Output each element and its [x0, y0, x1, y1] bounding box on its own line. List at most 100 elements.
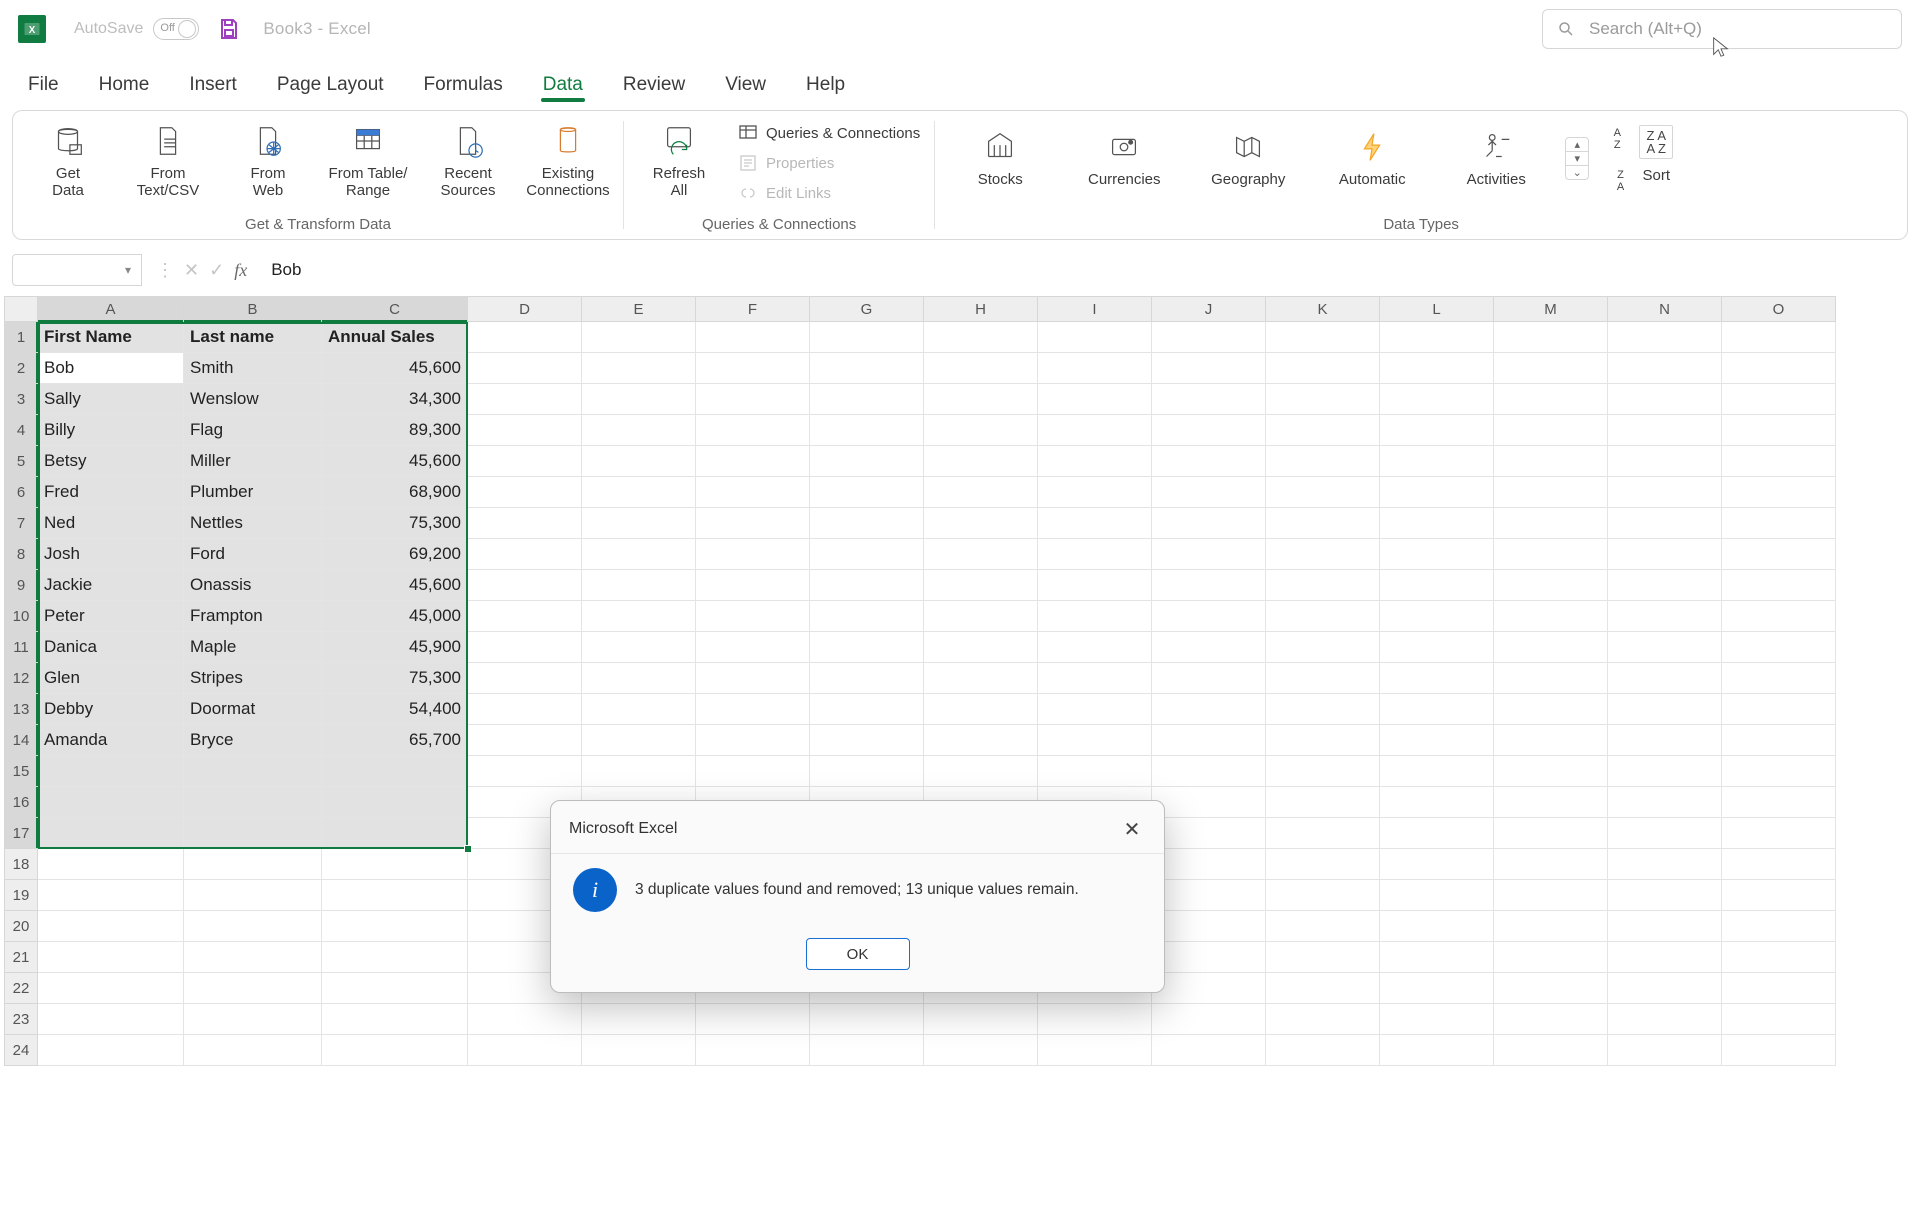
cell-L6[interactable] [1380, 477, 1494, 508]
row-header-21[interactable]: 21 [4, 942, 38, 973]
cell-J7[interactable] [1152, 508, 1266, 539]
cell-D5[interactable] [468, 446, 582, 477]
cell-H11[interactable] [924, 632, 1038, 663]
cell-H6[interactable] [924, 477, 1038, 508]
cell-O6[interactable] [1722, 477, 1836, 508]
cell-M4[interactable] [1494, 415, 1608, 446]
cell-L19[interactable] [1380, 880, 1494, 911]
cell-H1[interactable] [924, 322, 1038, 353]
cell-O8[interactable] [1722, 539, 1836, 570]
cell-E6[interactable] [582, 477, 696, 508]
cell-K4[interactable] [1266, 415, 1380, 446]
cell-D13[interactable] [468, 694, 582, 725]
cell-N14[interactable] [1608, 725, 1722, 756]
row-header-23[interactable]: 23 [4, 1004, 38, 1035]
cell-B13[interactable]: Doormat [184, 694, 322, 725]
cell-K24[interactable] [1266, 1035, 1380, 1066]
cell-A10[interactable]: Peter [38, 601, 184, 632]
cell-O17[interactable] [1722, 818, 1836, 849]
cell-E7[interactable] [582, 508, 696, 539]
cell-I14[interactable] [1038, 725, 1152, 756]
cell-C19[interactable] [322, 880, 468, 911]
cell-D4[interactable] [468, 415, 582, 446]
cell-C18[interactable] [322, 849, 468, 880]
cell-N15[interactable] [1608, 756, 1722, 787]
cell-C1[interactable]: Annual Sales [322, 322, 468, 353]
cell-I24[interactable] [1038, 1035, 1152, 1066]
cell-L10[interactable] [1380, 601, 1494, 632]
cell-L22[interactable] [1380, 973, 1494, 1004]
cell-D11[interactable] [468, 632, 582, 663]
cell-O20[interactable] [1722, 911, 1836, 942]
cell-L20[interactable] [1380, 911, 1494, 942]
cell-B11[interactable]: Maple [184, 632, 322, 663]
cell-L18[interactable] [1380, 849, 1494, 880]
cell-B22[interactable] [184, 973, 322, 1004]
cell-B16[interactable] [184, 787, 322, 818]
cell-D7[interactable] [468, 508, 582, 539]
existing-connections-button[interactable]: Existing Connections [523, 121, 613, 200]
cell-G1[interactable] [810, 322, 924, 353]
cell-N5[interactable] [1608, 446, 1722, 477]
cell-J16[interactable] [1152, 787, 1266, 818]
cell-I6[interactable] [1038, 477, 1152, 508]
cell-C22[interactable] [322, 973, 468, 1004]
row-header-19[interactable]: 19 [4, 880, 38, 911]
cell-M7[interactable] [1494, 508, 1608, 539]
cell-N3[interactable] [1608, 384, 1722, 415]
cell-N13[interactable] [1608, 694, 1722, 725]
column-header-D[interactable]: D [468, 296, 582, 322]
cell-E2[interactable] [582, 353, 696, 384]
cell-G5[interactable] [810, 446, 924, 477]
cell-H24[interactable] [924, 1035, 1038, 1066]
tab-data[interactable]: Data [537, 64, 589, 110]
cell-A19[interactable] [38, 880, 184, 911]
cell-M10[interactable] [1494, 601, 1608, 632]
row-header-4[interactable]: 4 [4, 415, 38, 446]
cell-J13[interactable] [1152, 694, 1266, 725]
cell-F11[interactable] [696, 632, 810, 663]
tab-formulas[interactable]: Formulas [418, 64, 509, 110]
refresh-all-button[interactable]: Refresh All [634, 121, 724, 200]
get-data-button[interactable]: Get Data [23, 121, 113, 200]
cell-B4[interactable]: Flag [184, 415, 322, 446]
cell-K21[interactable] [1266, 942, 1380, 973]
cell-I1[interactable] [1038, 322, 1152, 353]
cell-M16[interactable] [1494, 787, 1608, 818]
cell-E13[interactable] [582, 694, 696, 725]
cell-L15[interactable] [1380, 756, 1494, 787]
cell-B23[interactable] [184, 1004, 322, 1035]
cell-G7[interactable] [810, 508, 924, 539]
column-header-H[interactable]: H [924, 296, 1038, 322]
cell-H23[interactable] [924, 1004, 1038, 1035]
cell-A6[interactable]: Fred [38, 477, 184, 508]
cell-A8[interactable]: Josh [38, 539, 184, 570]
cell-J21[interactable] [1152, 942, 1266, 973]
row-header-13[interactable]: 13 [4, 694, 38, 725]
cell-O15[interactable] [1722, 756, 1836, 787]
ok-button[interactable]: OK [806, 938, 910, 970]
cell-L4[interactable] [1380, 415, 1494, 446]
cell-N6[interactable] [1608, 477, 1722, 508]
save-icon[interactable] [217, 17, 241, 41]
cell-L7[interactable] [1380, 508, 1494, 539]
column-header-A[interactable]: A [38, 296, 184, 322]
cell-J3[interactable] [1152, 384, 1266, 415]
cell-B12[interactable]: Stripes [184, 663, 322, 694]
tab-home[interactable]: Home [93, 64, 156, 110]
cell-N2[interactable] [1608, 353, 1722, 384]
cell-B1[interactable]: Last name [184, 322, 322, 353]
cell-C9[interactable]: 45,600 [322, 570, 468, 601]
cell-M24[interactable] [1494, 1035, 1608, 1066]
row-header-1[interactable]: 1 [4, 322, 38, 353]
cell-K13[interactable] [1266, 694, 1380, 725]
cell-O7[interactable] [1722, 508, 1836, 539]
cell-D24[interactable] [468, 1035, 582, 1066]
cell-O2[interactable] [1722, 353, 1836, 384]
cell-N10[interactable] [1608, 601, 1722, 632]
data-type-automatic[interactable]: Automatic [1317, 127, 1427, 188]
cell-L12[interactable] [1380, 663, 1494, 694]
cell-N21[interactable] [1608, 942, 1722, 973]
cell-N20[interactable] [1608, 911, 1722, 942]
row-header-8[interactable]: 8 [4, 539, 38, 570]
